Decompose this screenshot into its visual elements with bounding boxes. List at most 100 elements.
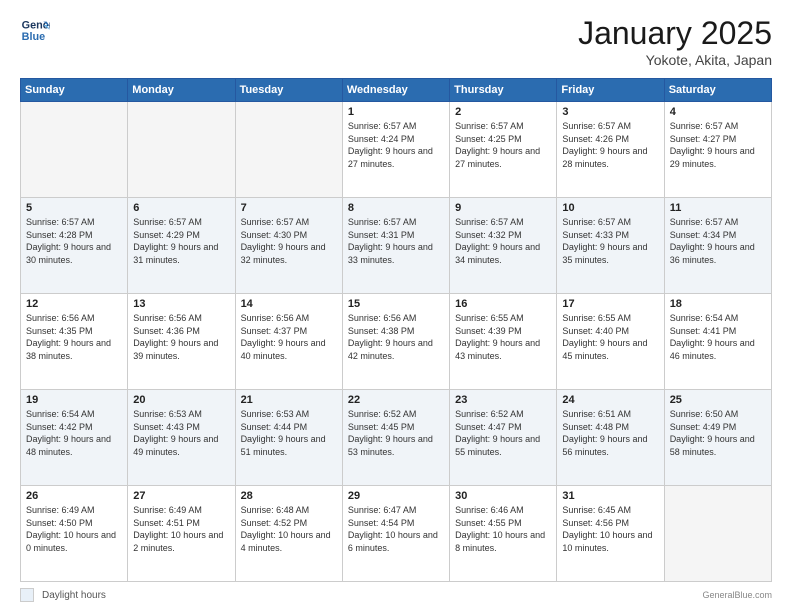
month-title: January 2025: [578, 15, 772, 52]
day-number: 3: [562, 106, 658, 118]
week-row-4: 19Sunrise: 6:54 AM Sunset: 4:42 PM Dayli…: [21, 390, 772, 486]
day-number: 18: [670, 298, 766, 310]
day-cell: 14 Sunrise: 6:56 AM Sunset: 4:37 PM Dayli…: [235, 294, 342, 390]
day-info: Sunrise: 6:46 AM Sunset: 4:55 PM Dayligh…: [455, 504, 551, 554]
day-info: Sunrise: 6:51 AM Sunset: 4:48 PM Dayligh…: [562, 408, 658, 458]
day-cell: 12 Sunrise: 6:56 AM Sunset: 4:35 PM Dayli…: [21, 294, 128, 390]
day-cell: 2 Sunrise: 6:57 AM Sunset: 4:25 PM Daylig…: [450, 102, 557, 198]
day-number: 17: [562, 298, 658, 310]
day-info: Sunrise: 6:53 AM Sunset: 4:43 PM Dayligh…: [133, 408, 229, 458]
day-cell: [128, 102, 235, 198]
day-number: 13: [133, 298, 229, 310]
day-info: Sunrise: 6:57 AM Sunset: 4:25 PM Dayligh…: [455, 120, 551, 170]
day-cell: 20 Sunrise: 6:53 AM Sunset: 4:43 PM Dayli…: [128, 390, 235, 486]
col-header-monday: Monday: [128, 79, 235, 102]
day-info: Sunrise: 6:57 AM Sunset: 4:32 PM Dayligh…: [455, 216, 551, 266]
day-info: Sunrise: 6:48 AM Sunset: 4:52 PM Dayligh…: [241, 504, 337, 554]
day-number: 12: [26, 298, 122, 310]
day-number: 21: [241, 394, 337, 406]
week-row-2: 5Sunrise: 6:57 AM Sunset: 4:28 PM Daylig…: [21, 198, 772, 294]
day-cell: 27Sunrise: 6:49 AM Sunset: 4:51 PM Dayli…: [128, 486, 235, 582]
svg-text:Blue: Blue: [22, 31, 45, 43]
logo: General Blue: [20, 15, 50, 45]
day-cell: 29 Sunrise: 6:47 AM Sunset: 4:54 PM Dayli…: [342, 486, 449, 582]
day-cell: 4 Sunrise: 6:57 AM Sunset: 4:27 PM Daylig…: [664, 102, 771, 198]
day-cell: 23Sunrise: 6:52 AM Sunset: 4:47 PM Dayli…: [450, 390, 557, 486]
footer: Daylight hours GeneralBlue.com: [20, 588, 772, 602]
source-text: GeneralBlue.com: [702, 590, 772, 600]
day-number: 24: [562, 394, 658, 406]
day-cell: 8 Sunrise: 6:57 AM Sunset: 4:31 PM Daylig…: [342, 198, 449, 294]
day-info: Sunrise: 6:56 AM Sunset: 4:35 PM Dayligh…: [26, 312, 122, 362]
header: General Blue January 2025 Yokote, Akita,…: [20, 15, 772, 68]
day-info: Sunrise: 6:47 AM Sunset: 4:54 PM Dayligh…: [348, 504, 444, 554]
day-cell: 19Sunrise: 6:54 AM Sunset: 4:42 PM Dayli…: [21, 390, 128, 486]
day-number: 5: [26, 202, 122, 214]
day-cell: 13Sunrise: 6:56 AM Sunset: 4:36 PM Dayli…: [128, 294, 235, 390]
day-cell: [664, 486, 771, 582]
day-number: 9: [455, 202, 551, 214]
day-number: 2: [455, 106, 551, 118]
day-info: Sunrise: 6:57 AM Sunset: 4:24 PM Dayligh…: [348, 120, 444, 170]
day-cell: 15Sunrise: 6:56 AM Sunset: 4:38 PM Dayli…: [342, 294, 449, 390]
day-cell: 25Sunrise: 6:50 AM Sunset: 4:49 PM Dayli…: [664, 390, 771, 486]
day-number: 20: [133, 394, 229, 406]
day-cell: 1 Sunrise: 6:57 AM Sunset: 4:24 PM Daylig…: [342, 102, 449, 198]
day-cell: 28 Sunrise: 6:48 AM Sunset: 4:52 PM Dayli…: [235, 486, 342, 582]
col-header-wednesday: Wednesday: [342, 79, 449, 102]
day-cell: 3 Sunrise: 6:57 AM Sunset: 4:26 PM Daylig…: [557, 102, 664, 198]
day-info: Sunrise: 6:57 AM Sunset: 4:27 PM Dayligh…: [670, 120, 766, 170]
day-cell: 17 Sunrise: 6:55 AM Sunset: 4:40 PM Dayli…: [557, 294, 664, 390]
header-row: SundayMondayTuesdayWednesdayThursdayFrid…: [21, 79, 772, 102]
day-info: Sunrise: 6:57 AM Sunset: 4:26 PM Dayligh…: [562, 120, 658, 170]
day-cell: 24 Sunrise: 6:51 AM Sunset: 4:48 PM Dayli…: [557, 390, 664, 486]
day-cell: 5Sunrise: 6:57 AM Sunset: 4:28 PM Daylig…: [21, 198, 128, 294]
legend-box: [20, 588, 34, 602]
week-row-1: 1 Sunrise: 6:57 AM Sunset: 4:24 PM Daylig…: [21, 102, 772, 198]
day-info: Sunrise: 6:57 AM Sunset: 4:34 PM Dayligh…: [670, 216, 766, 266]
day-cell: 31Sunrise: 6:45 AM Sunset: 4:56 PM Dayli…: [557, 486, 664, 582]
day-cell: 16 Sunrise: 6:55 AM Sunset: 4:39 PM Dayli…: [450, 294, 557, 390]
day-number: 14: [241, 298, 337, 310]
day-number: 1: [348, 106, 444, 118]
week-row-5: 26 Sunrise: 6:49 AM Sunset: 4:50 PM Dayli…: [21, 486, 772, 582]
day-number: 16: [455, 298, 551, 310]
day-number: 31: [562, 490, 658, 502]
day-number: 7: [241, 202, 337, 214]
day-info: Sunrise: 6:57 AM Sunset: 4:29 PM Dayligh…: [133, 216, 229, 266]
day-number: 28: [241, 490, 337, 502]
page: General Blue January 2025 Yokote, Akita,…: [0, 0, 792, 612]
legend-label: Daylight hours: [42, 590, 106, 601]
day-number: 8: [348, 202, 444, 214]
day-info: Sunrise: 6:55 AM Sunset: 4:39 PM Dayligh…: [455, 312, 551, 362]
day-info: Sunrise: 6:57 AM Sunset: 4:31 PM Dayligh…: [348, 216, 444, 266]
day-number: 23: [455, 394, 551, 406]
day-number: 19: [26, 394, 122, 406]
day-number: 26: [26, 490, 122, 502]
col-header-friday: Friday: [557, 79, 664, 102]
day-info: Sunrise: 6:53 AM Sunset: 4:44 PM Dayligh…: [241, 408, 337, 458]
day-cell: 21 Sunrise: 6:53 AM Sunset: 4:44 PM Dayli…: [235, 390, 342, 486]
day-cell: 6 Sunrise: 6:57 AM Sunset: 4:29 PM Daylig…: [128, 198, 235, 294]
day-info: Sunrise: 6:54 AM Sunset: 4:41 PM Dayligh…: [670, 312, 766, 362]
calendar-table: SundayMondayTuesdayWednesdayThursdayFrid…: [20, 78, 772, 582]
day-number: 10: [562, 202, 658, 214]
day-cell: 18 Sunrise: 6:54 AM Sunset: 4:41 PM Dayli…: [664, 294, 771, 390]
day-number: 25: [670, 394, 766, 406]
day-info: Sunrise: 6:55 AM Sunset: 4:40 PM Dayligh…: [562, 312, 658, 362]
day-cell: [21, 102, 128, 198]
day-info: Sunrise: 6:49 AM Sunset: 4:50 PM Dayligh…: [26, 504, 122, 554]
day-info: Sunrise: 6:57 AM Sunset: 4:30 PM Dayligh…: [241, 216, 337, 266]
day-number: 30: [455, 490, 551, 502]
day-number: 11: [670, 202, 766, 214]
day-info: Sunrise: 6:56 AM Sunset: 4:38 PM Dayligh…: [348, 312, 444, 362]
day-number: 4: [670, 106, 766, 118]
week-row-3: 12 Sunrise: 6:56 AM Sunset: 4:35 PM Dayli…: [21, 294, 772, 390]
day-cell: 30 Sunrise: 6:46 AM Sunset: 4:55 PM Dayli…: [450, 486, 557, 582]
col-header-saturday: Saturday: [664, 79, 771, 102]
day-info: Sunrise: 6:49 AM Sunset: 4:51 PM Dayligh…: [133, 504, 229, 554]
day-number: 6: [133, 202, 229, 214]
title-block: January 2025 Yokote, Akita, Japan: [578, 15, 772, 68]
day-number: 29: [348, 490, 444, 502]
day-info: Sunrise: 6:56 AM Sunset: 4:37 PM Dayligh…: [241, 312, 337, 362]
